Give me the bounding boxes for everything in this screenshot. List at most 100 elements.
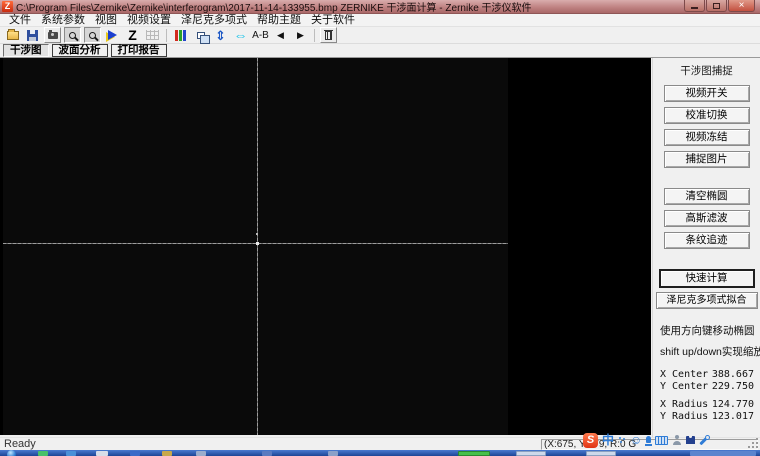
taskbar-app-hint[interactable] [162,451,172,456]
tab-print-report[interactable]: 打印报告 [110,44,167,57]
microphone-icon[interactable] [645,435,653,446]
ellipse-readouts: X Center 388.667 Y Center 229.750 X Radi… [660,369,760,422]
menu-item-file[interactable]: 文件 [4,14,36,26]
previous-button[interactable]: ◀ [272,27,289,43]
readout-label: X Center [660,369,709,380]
taskbar-app-hint[interactable] [130,451,140,456]
crosshair-center-dot [256,242,259,245]
taskbar-tray-area[interactable] [690,451,756,456]
floppy-save-icon [27,29,38,41]
open-file-button[interactable] [4,27,21,43]
horizontal-arrows-button[interactable]: ⇔ [232,27,249,43]
ab-compare-button[interactable]: A-B [252,27,269,43]
toolbar: Z ⇕ ⇔ A-B ◀ ▶ [0,27,760,44]
emoji-smiley-icon[interactable]: ☺ [630,433,642,447]
tab-wavefront-analysis[interactable]: 波面分析 [51,44,108,57]
zernike-z-icon: Z [128,27,137,43]
taskbar-app-hint[interactable] [96,451,108,456]
vertical-arrows-button[interactable]: ⇕ [212,27,229,43]
taskbar-app-hint[interactable] [38,451,48,456]
rgb-bars-icon [175,29,186,41]
tab-interferogram[interactable]: 干涉图 [3,44,49,57]
folder-open-icon [6,28,19,40]
readout-value: 229.750 [711,380,754,392]
up-down-arrows-icon: ⇕ [215,27,226,43]
punctuation-dots-icon[interactable] [618,436,626,444]
cascade-windows-button[interactable] [192,27,210,44]
fringe-trace-button[interactable]: 条纹追迹 [663,232,750,249]
magnifier-zoom-in-icon [69,31,76,39]
quick-compute-button[interactable]: 快速计算 [659,270,754,287]
settings-wrench-icon[interactable] [699,434,711,446]
previous-arrow-icon: ◀ [277,29,284,40]
menu-item-zernike-polynomial[interactable]: 泽尼克多项式 [176,14,252,26]
readout-label: X Radius [660,399,709,410]
delete-button[interactable] [320,27,337,43]
ab-label: A-B [252,29,269,41]
bright-spot [256,233,258,235]
capture-image-button[interactable]: 捕捉图片 [663,151,750,168]
taskbar-app-hint[interactable] [328,451,338,456]
title-bar[interactable]: Z C:\Program Files\Zernike\Zernike\inter… [0,0,760,14]
clear-ellipse-button[interactable]: 清空椭圆 [663,188,750,205]
calibration-toggle-button[interactable]: 校准切换 [663,107,750,124]
menu-item-help-topics[interactable]: 帮助主题 [252,14,306,26]
video-toggle-button[interactable]: 视频开关 [663,85,750,102]
readout-value: 388.667 [711,369,754,380]
capture-panel: 干涉图捕捉 视频开关 校准切换 视频冻结 捕捉图片 清空椭圆 高斯滤波 条纹追迹… [652,58,760,438]
interferogram-image [3,58,508,435]
ime-toolbar: S 中 ☺ [583,432,711,448]
keyboard-icon[interactable] [655,435,669,445]
main-area: 干涉图捕捉 视频开关 校准切换 视频冻结 捕捉图片 清空椭圆 高斯滤波 条纹追迹… [0,57,760,438]
taskbar-window-button[interactable] [516,451,546,456]
save-button[interactable] [24,27,41,43]
cascade-windows-icon [196,31,210,44]
left-right-arrows-icon: ⇔ [233,26,248,43]
gaussian-filter-button[interactable]: 高斯滤波 [663,210,750,227]
grid-toggle-button[interactable] [144,27,161,43]
taskbar-app-hint[interactable] [262,451,272,456]
minimize-button[interactable] [684,0,705,12]
taskbar-app-hint[interactable] [66,451,76,456]
app-logo-icon: Z [2,1,13,12]
maximize-button[interactable] [706,0,727,12]
taskbar-active-app-button[interactable] [458,451,490,456]
resize-grip[interactable] [749,439,759,449]
taskbar-app-hint[interactable] [196,451,206,456]
readout-x-radius: X Radius 124.770 [660,399,754,411]
rgb-bars-button[interactable] [172,27,189,43]
next-button[interactable]: ▶ [292,27,309,43]
readout-label: Y Radius [660,410,709,422]
taskbar-window-button[interactable] [586,451,616,456]
status-text: Ready [4,438,36,450]
readout-y-center: Y Center 229.750 [660,381,754,393]
camera-capture-button[interactable] [44,27,61,43]
close-button[interactable]: × [728,0,755,12]
pointer-tool-button[interactable] [104,27,121,43]
video-freeze-button[interactable]: 视频冻结 [663,129,750,146]
magnifier-zoom-out-icon [89,31,96,39]
tab-bar: 干涉图 波面分析 打印报告 [0,44,760,57]
zernike-z-button[interactable]: Z [124,27,141,43]
menu-item-system-params[interactable]: 系统参数 [36,14,90,26]
panel-heading: 干涉图捕捉 [680,65,733,77]
trash-icon [324,29,333,40]
window-controls: × [683,0,755,12]
sogou-logo-icon[interactable]: S [583,432,598,448]
profile-person-icon[interactable] [672,435,682,445]
menu-item-video-settings[interactable]: 视频设置 [122,14,176,26]
skin-shirt-icon[interactable] [686,436,696,444]
zoom-out-button[interactable] [84,27,101,43]
chinese-mode-icon[interactable]: 中 [602,433,614,447]
readout-spacer [660,392,760,399]
start-orb[interactable] [7,450,16,456]
zoom-in-button[interactable] [64,27,81,43]
menu-item-view[interactable]: 视图 [90,14,122,26]
zernike-fit-button[interactable]: 泽尼克多项式拟合 [655,292,758,309]
interferogram-view[interactable] [0,58,651,435]
grid-icon [146,30,159,40]
panel-spacer [653,173,760,188]
app-window: Z C:\Program Files\Zernike\Zernike\inter… [0,0,760,456]
menu-item-about[interactable]: 关于软件 [306,14,360,26]
readout-value: 124.770 [711,399,754,410]
